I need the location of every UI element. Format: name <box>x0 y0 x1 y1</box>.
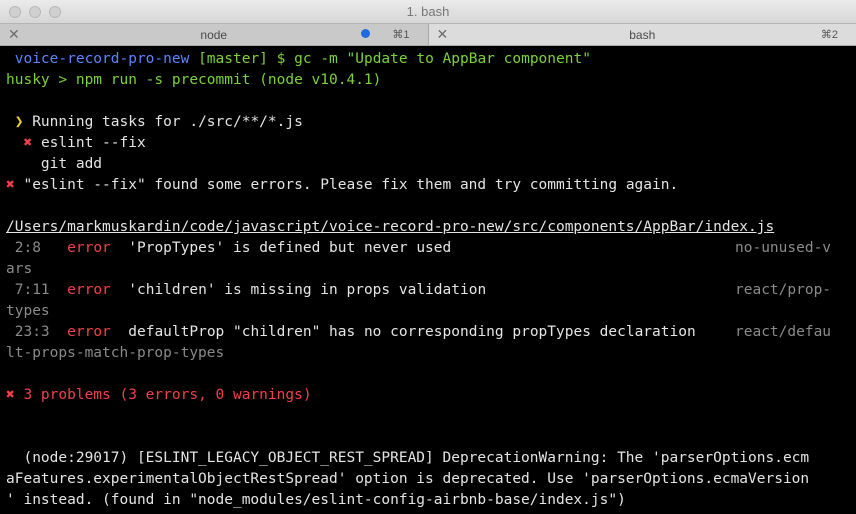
problem-rule: react/prop- <box>735 282 832 298</box>
fail-line: ✖ "eslint --fix" found some errors. Plea… <box>6 175 678 196</box>
prompt-line: voice-record-pro-new [master] $ gc -m "U… <box>6 49 591 70</box>
problem-message: 'children' is missing in props validatio… <box>128 282 487 298</box>
problem-rule-wrap: ars <box>6 261 33 277</box>
problem-position: 7:11 <box>6 282 50 298</box>
prompt-branch: [master] <box>198 51 268 67</box>
task-name: git add <box>40 156 103 172</box>
tab-bash[interactable]: ✕ bash ⌘2 <box>428 24 856 45</box>
problem-level: error <box>67 282 111 298</box>
tab-bar: ✕ node ⌘1 ✕ bash ⌘2 <box>0 24 856 46</box>
summary-text: 3 problems (3 errors, 0 warnings) <box>23 387 312 403</box>
problem-message: defaultProp "children" has no correspond… <box>128 324 696 340</box>
task-line-eslint: ✖ eslint --fix <box>6 133 146 154</box>
task-name: eslint --fix <box>40 135 146 151</box>
problem-row: 23:3 error defaultProp "children" has no… <box>6 322 696 343</box>
summary-line: ✖ 3 problems (3 errors, 0 warnings) <box>6 385 312 406</box>
summary-icon: ✖ <box>6 387 15 403</box>
title-bar[interactable]: 1. bash <box>0 0 856 24</box>
running-text: Running tasks for ./src/**/*.js <box>32 114 303 130</box>
problem-rule-wrap: lt-props-match-prop-types <box>6 345 225 361</box>
problem-row: 7:11 error 'children' is missing in prop… <box>6 280 486 301</box>
problem-position: 23:3 <box>6 324 50 340</box>
husky-line: husky > npm run -s precommit (node v10.4… <box>6 72 382 88</box>
file-path[interactable]: /Users/markmuskardin/code/javascript/voi… <box>6 217 774 238</box>
tab-label: bash <box>629 28 656 42</box>
window-title: 1. bash <box>406 4 450 19</box>
problem-position: 2:8 <box>6 240 50 256</box>
warning-line: ' instead. (found in "node_modules/eslin… <box>6 492 626 508</box>
problem-message: 'PropTypes' is defined but never used <box>128 240 452 256</box>
prompt-directory: voice-record-pro-new <box>14 51 190 67</box>
activity-dot-icon <box>360 29 370 38</box>
prompt-command: gc -m "Update to AppBar component" <box>294 51 591 67</box>
fail-icon: ✖ <box>6 177 15 193</box>
warning-line: (node:29017) [ESLINT_LEGACY_OBJECT_REST_… <box>6 450 810 466</box>
warning-line: aFeatures.experimentalObjectRestSpread' … <box>6 471 810 487</box>
terminal-output[interactable]: voice-record-pro-new [master] $ gc -m "U… <box>0 46 856 514</box>
fail-text: "eslint --fix" found some errors. Please… <box>23 177 679 193</box>
task-line-git-add: git add <box>6 154 102 175</box>
terminal-window: 1. bash ✕ node ⌘1 ✕ bash ⌘2 voice-record… <box>0 0 856 514</box>
task-fail-icon: ✖ <box>23 135 33 151</box>
tab-node[interactable]: ✕ node ⌘1 <box>0 24 429 45</box>
problem-row: 2:8 error 'PropTypes' is defined but nev… <box>6 238 452 259</box>
tab-shortcut: ⌘1 <box>392 29 410 41</box>
problem-rule: react/defau <box>735 324 832 340</box>
problem-level: error <box>67 324 111 340</box>
problem-rule: no-unused-v <box>735 240 832 256</box>
problem-rule-wrap: types <box>6 303 50 319</box>
problem-level: error <box>67 240 111 256</box>
running-line: ❯ Running tasks for ./src/**/*.js <box>6 112 303 133</box>
tab-shortcut: ⌘2 <box>820 29 838 41</box>
